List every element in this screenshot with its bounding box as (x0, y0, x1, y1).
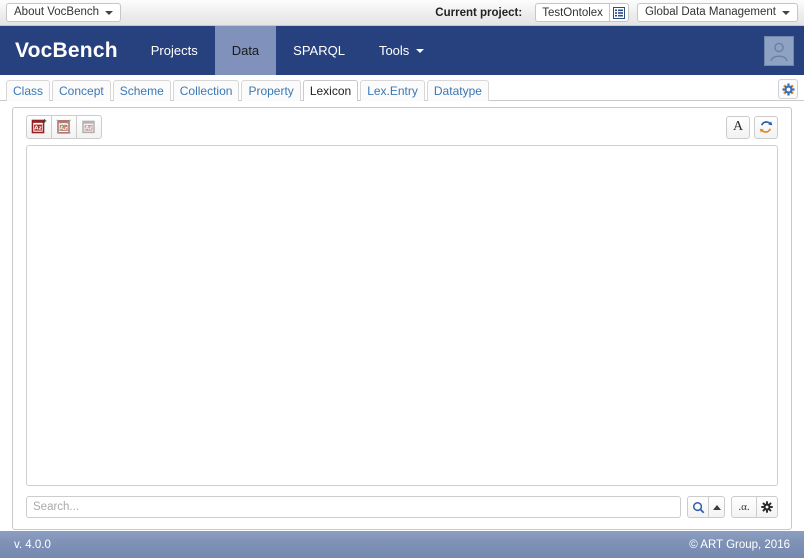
tab-property[interactable]: Property (241, 80, 301, 101)
caret-up-icon (712, 504, 721, 510)
lexicon-toolbar: Az Az Az A (18, 113, 786, 141)
tab-class[interactable]: Class (6, 80, 51, 101)
chevron-down-icon (416, 48, 425, 53)
lexicon-panel: Az Az Az A Search... .α. (12, 107, 792, 530)
search-expand-button[interactable] (708, 496, 725, 518)
nav-item-sparql[interactable]: SPARQL (276, 26, 362, 75)
tab-label: Class (13, 84, 44, 98)
refresh-button[interactable] (754, 115, 778, 139)
create-lexicon-button[interactable]: Az (26, 115, 52, 139)
page-body: Az Az Az A Search... .α. (0, 101, 804, 530)
toolbar-right-buttons: A (722, 115, 778, 139)
about-vocbench-label: About VocBench (14, 5, 100, 18)
list-icon[interactable] (608, 3, 629, 22)
refresh-icon (759, 121, 773, 133)
lexicon-properties-button[interactable]: Az (76, 115, 102, 139)
topbar-left-group: About VocBench (6, 3, 122, 22)
search-button-group: .α. (687, 496, 778, 518)
create-lexicon-icon: Az (31, 119, 47, 134)
search-input[interactable] (26, 496, 681, 518)
role-selector-label: Global Data Management (644, 5, 776, 18)
nav-item-projects[interactable]: Projects (134, 26, 215, 75)
tab-label: Property (248, 84, 294, 98)
user-avatar-icon (770, 42, 788, 61)
svg-text:Az: Az (85, 126, 92, 132)
magnifier-icon (692, 501, 704, 513)
lexicon-action-buttons: Az Az Az (26, 115, 102, 139)
delete-lexicon-button[interactable]: Az (51, 115, 77, 139)
tab-settings-button[interactable] (778, 79, 798, 99)
topbar-right-group: Current project: TestOntolex Global Data… (435, 3, 798, 22)
search-settings-button[interactable] (756, 496, 778, 518)
nav-item-tools[interactable]: Tools (362, 26, 441, 75)
tab-datatype[interactable]: Datatype (426, 80, 489, 101)
current-project-value: TestOntolex (535, 3, 609, 22)
tab-collection[interactable]: Collection (172, 80, 240, 101)
tab-label: Concept (59, 84, 104, 98)
app-version: v. 4.0.0 (14, 538, 51, 551)
rendering-toggle-button[interactable]: A (726, 115, 750, 139)
nav-item-data[interactable]: Data (214, 26, 277, 75)
gear-icon (761, 501, 773, 513)
tab-scheme[interactable]: Scheme (112, 80, 171, 101)
app-brand[interactable]: VocBench (0, 26, 134, 75)
tab-label: Datatype (433, 84, 482, 98)
search-bar: .α. (26, 492, 778, 522)
role-selector-button[interactable]: Global Data Management (636, 3, 798, 22)
tab-label: Scheme (119, 84, 164, 98)
tab-label: Lex.Entry (367, 84, 418, 98)
current-project-control: TestOntolex (535, 3, 629, 22)
tab-label: Lexicon (309, 84, 352, 98)
delete-lexicon-icon: Az (56, 119, 72, 134)
avatar[interactable] (764, 35, 794, 66)
search-language-button[interactable]: .α. (731, 496, 757, 518)
current-project-label: Current project: (435, 6, 523, 19)
nav-item-label: Data (231, 43, 260, 58)
nav-item-label: Tools (378, 43, 410, 58)
data-tab-strip: Class Concept Scheme Collection Property… (0, 75, 804, 101)
svg-text:Az: Az (60, 126, 68, 132)
nav-item-label: SPARQL (293, 43, 345, 58)
gear-icon (781, 82, 795, 96)
top-utility-bar: About VocBench Current project: TestOnto… (0, 0, 804, 26)
tab-label: Collection (179, 84, 233, 98)
chevron-down-icon (782, 10, 790, 15)
nav-item-label: Projects (150, 43, 198, 58)
tab-lex-entry[interactable]: Lex.Entry (360, 80, 425, 101)
tab-concept[interactable]: Concept (52, 80, 111, 101)
search-button[interactable] (687, 496, 709, 518)
svg-text:Az: Az (34, 126, 42, 132)
lexicon-tree[interactable] (26, 145, 778, 486)
chevron-down-icon (105, 10, 114, 15)
avatar-container (764, 26, 804, 75)
rendering-toggle-label: A (732, 119, 744, 134)
main-navbar: VocBench Projects Data SPARQL Tools (0, 26, 804, 75)
app-footer: v. 4.0.0 © ART Group, 2016 (0, 530, 804, 558)
about-vocbench-button[interactable]: About VocBench (6, 3, 122, 22)
search-language-label: .α. (738, 501, 750, 513)
lexicon-properties-icon: Az (82, 120, 95, 134)
copyright-notice: © ART Group, 2016 (689, 538, 790, 551)
tab-lexicon[interactable]: Lexicon (302, 80, 359, 101)
